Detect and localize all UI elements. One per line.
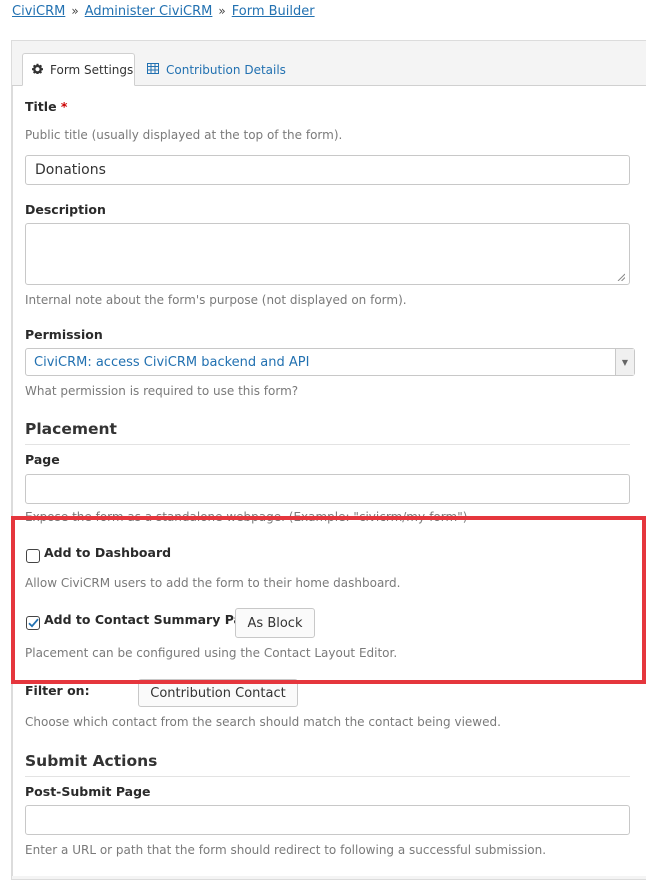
title-help: Public title (usually displayed at the t… <box>25 128 343 142</box>
breadcrumb-form-builder-link[interactable]: Form Builder <box>232 4 315 19</box>
breadcrumb-separator: » <box>218 4 226 18</box>
highlight-box <box>11 516 646 684</box>
post-submit-input[interactable] <box>25 805 630 835</box>
page-input[interactable] <box>25 474 630 504</box>
tab-form-settings-label: Form Settings <box>50 62 134 77</box>
breadcrumb-separator: » <box>71 4 79 18</box>
breadcrumb: CiviCRM » Administer CiviCRM » Form Builder <box>12 4 315 19</box>
tab-contribution-details[interactable]: Contribution Details <box>138 53 295 86</box>
placement-divider <box>25 444 630 445</box>
breadcrumb-administer-link[interactable]: Administer CiviCRM <box>85 4 213 19</box>
submit-actions-heading: Submit Actions <box>25 752 158 770</box>
tab-form-settings[interactable]: Form Settings <box>22 53 135 86</box>
permission-select[interactable]: CiviCRM: access CiviCRM backend and API … <box>25 348 635 376</box>
tab-contribution-details-label: Contribution Details <box>166 62 286 77</box>
permission-help: What permission is required to use this … <box>25 384 299 398</box>
post-submit-help: Enter a URL or path that the form should… <box>25 843 547 857</box>
title-label: Title * <box>25 99 67 114</box>
page-label: Page <box>25 452 60 467</box>
placement-heading: Placement <box>25 420 117 438</box>
table-icon <box>147 63 159 76</box>
post-submit-label: Post-Submit Page <box>25 784 151 799</box>
title-label-text: Title <box>25 99 57 114</box>
chevron-down-icon: ▼ <box>615 349 634 375</box>
required-mark: * <box>60 99 68 114</box>
gear-icon <box>32 63 43 76</box>
filter-on-label: Filter on: <box>25 683 90 698</box>
resize-handle-icon[interactable] <box>617 273 625 281</box>
description-help: Internal note about the form's purpose (… <box>25 293 407 307</box>
filter-on-help: Choose which contact from the search sho… <box>25 715 501 729</box>
permission-select-value: CiviCRM: access CiviCRM backend and API <box>34 354 310 370</box>
description-label: Description <box>25 202 106 217</box>
breadcrumb-civicrm-link[interactable]: CiviCRM <box>12 4 65 19</box>
description-textarea[interactable] <box>25 223 630 285</box>
permission-label: Permission <box>25 327 103 342</box>
submit-actions-divider <box>25 776 630 777</box>
title-input[interactable]: Donations <box>25 155 630 185</box>
title-input-value: Donations <box>35 162 106 178</box>
